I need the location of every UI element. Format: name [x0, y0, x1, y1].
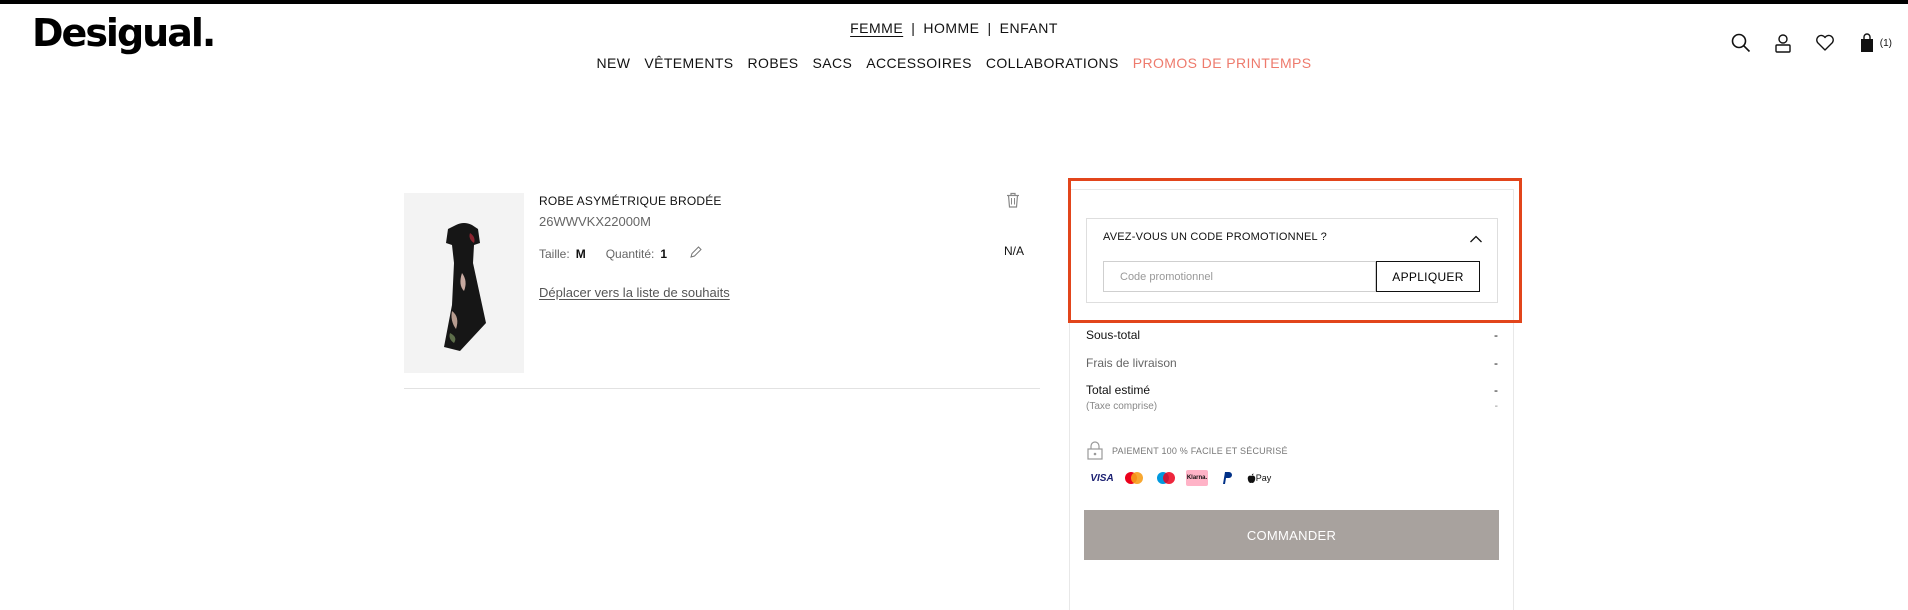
apply-promo-button[interactable]: APPLIQUER [1376, 261, 1480, 292]
gender-nav: FEMME | HOMME | ENFANT [0, 20, 1908, 36]
nav-item-vetements[interactable]: VÊTEMENTS [644, 55, 733, 71]
quantity-label: Quantité: [605, 246, 655, 261]
mastercard-icon [1122, 470, 1146, 486]
subtotal-value: - [1494, 328, 1498, 342]
klarna-icon: Klarna. [1186, 470, 1208, 486]
product-name[interactable]: ROBE ASYMÉTRIQUE BRODÉE [539, 194, 722, 208]
maestro-icon [1154, 470, 1178, 486]
tax-value: - [1494, 401, 1498, 412]
cart-count: (1) [1879, 37, 1892, 49]
gender-tab-enfant[interactable]: ENFANT [1000, 20, 1058, 36]
chevron-up-icon[interactable] [1469, 231, 1483, 249]
move-to-wishlist-link[interactable]: Déplacer vers la liste de souhaits [539, 285, 730, 300]
paypal-icon [1216, 470, 1238, 486]
secure-payment-text: PAIEMENT 100 % FACILE ET SÉCURISÉ [1112, 446, 1288, 456]
account-icon[interactable] [1772, 32, 1794, 54]
tax-label: (Taxe comprise) [1086, 401, 1158, 412]
nav-item-sacs[interactable]: SACS [813, 55, 853, 71]
header-icons: (1) [1730, 32, 1892, 54]
divider [404, 388, 1040, 389]
gender-tab-femme[interactable]: FEMME [850, 20, 903, 36]
edit-icon[interactable] [689, 245, 703, 262]
nav-item-promos[interactable]: PROMOS DE PRINTEMPS [1133, 55, 1312, 71]
product-reference: 26WWVKX22000M [539, 214, 651, 229]
payment-methods: VISA Klarna. Pay [1090, 470, 1272, 486]
lock-icon [1086, 440, 1104, 462]
quantity-value: 1 [660, 246, 668, 261]
search-icon[interactable] [1730, 32, 1752, 54]
heart-icon[interactable] [1814, 32, 1836, 54]
product-image[interactable] [404, 193, 524, 373]
subtotal-label: Sous-total [1086, 328, 1141, 342]
total-row: Total estimé - [1086, 383, 1498, 397]
bag-icon [1856, 32, 1878, 54]
gender-tab-homme[interactable]: HOMME [923, 20, 979, 36]
tax-row: (Taxe comprise) - [1086, 401, 1498, 412]
checkout-button[interactable]: COMMANDER [1084, 510, 1499, 560]
nav-item-accessoires[interactable]: ACCESSOIRES [866, 55, 972, 71]
product-options: Taille: M Quantité: 1 [539, 245, 703, 262]
total-value: - [1494, 383, 1498, 397]
main-nav: NEW VÊTEMENTS ROBES SACS ACCESSOIRES COL… [0, 55, 1908, 71]
cart-button[interactable]: (1) [1856, 32, 1892, 54]
nav-item-robes[interactable]: ROBES [748, 55, 799, 71]
subtotal-row: Sous-total - [1086, 328, 1498, 342]
shipping-value: - [1494, 356, 1498, 370]
total-label: Total estimé [1086, 383, 1151, 397]
nav-item-collaborations[interactable]: COLLABORATIONS [986, 55, 1119, 71]
apple-pay-label: Pay [1255, 473, 1272, 483]
promo-code-section: AVEZ-VOUS UN CODE PROMOTIONNEL ? APPLIQU… [1086, 218, 1498, 303]
promo-code-input[interactable] [1103, 261, 1376, 292]
apple-pay-icon: Pay [1246, 470, 1272, 486]
visa-icon: VISA [1090, 472, 1114, 484]
nav-separator: | [911, 20, 916, 36]
promo-code-title[interactable]: AVEZ-VOUS UN CODE PROMOTIONNEL ? [1103, 231, 1327, 243]
top-bar [0, 0, 1908, 4]
nav-item-new[interactable]: NEW [596, 55, 630, 71]
shipping-row: Frais de livraison - [1086, 356, 1498, 370]
shipping-label: Frais de livraison [1086, 356, 1177, 370]
nav-separator: | [987, 20, 992, 36]
product-price: N/A [1004, 244, 1025, 258]
size-value: M [575, 246, 586, 261]
trash-icon[interactable] [1006, 192, 1020, 213]
size-label: Taille: [539, 246, 570, 261]
secure-payment-note: PAIEMENT 100 % FACILE ET SÉCURISÉ [1086, 440, 1288, 462]
